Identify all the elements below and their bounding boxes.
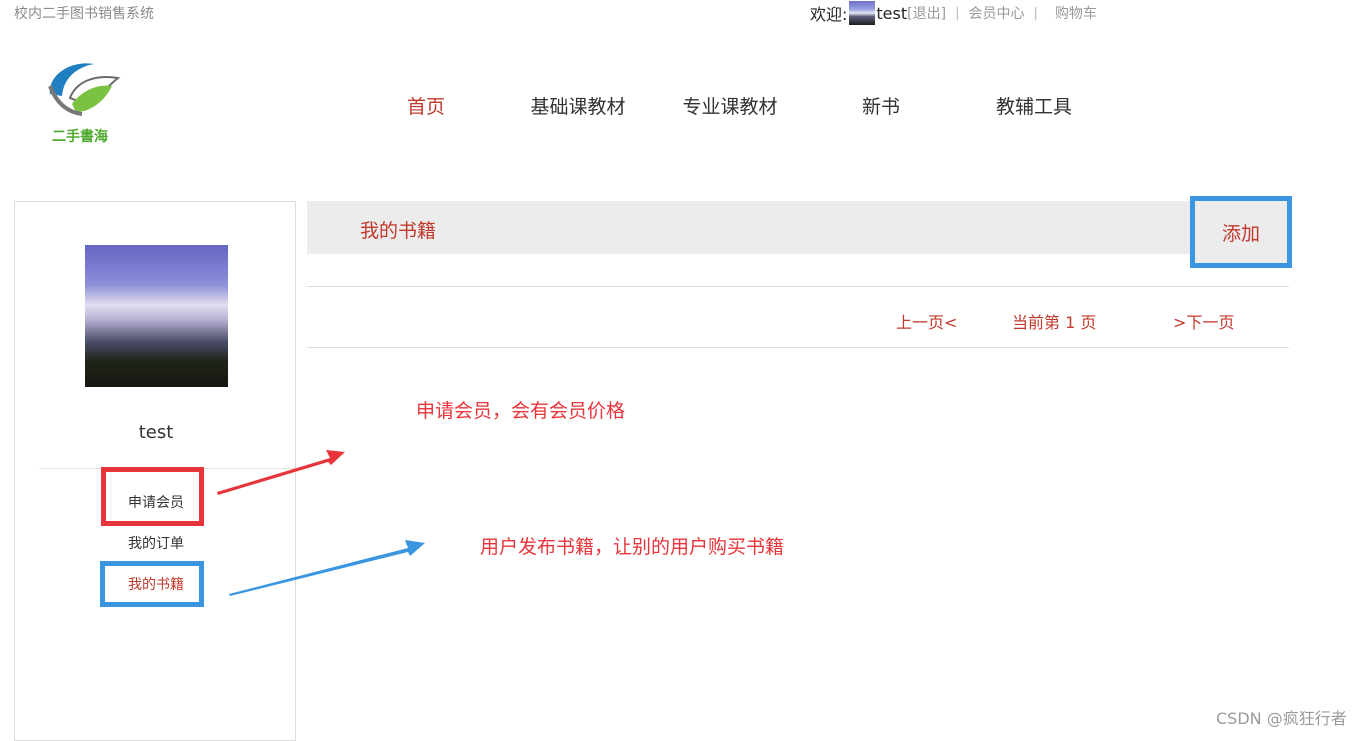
nav-home[interactable]: 首页 <box>366 92 486 119</box>
annotation-books-note: 用户发布书籍，让别的用户购买书籍 <box>480 536 785 558</box>
site-title: 校内二手图书销售系统 <box>14 6 154 22</box>
add-book-button[interactable]: 添加 <box>1190 196 1292 268</box>
next-page-link[interactable]: >下一页 <box>1173 309 1234 333</box>
profile-name: test <box>138 422 174 443</box>
nav-new-books[interactable]: 新书 <box>821 92 941 119</box>
nav-basic-textbooks[interactable]: 基础课教材 <box>518 92 638 119</box>
logo-book-icon <box>48 63 121 116</box>
annotation-highlight-blue <box>100 561 204 607</box>
cart-link[interactable]: 购物车 <box>1055 3 1097 23</box>
separator: | <box>955 5 960 21</box>
divider <box>307 286 1289 287</box>
user-avatar[interactable] <box>849 1 876 25</box>
annotation-highlight-red <box>101 467 204 526</box>
panel-header: 我的书籍 <box>307 201 1289 254</box>
logo-text: 二手書海 <box>52 129 108 145</box>
nav-tutoring-tools[interactable]: 教辅工具 <box>974 92 1094 119</box>
separator: | <box>1033 5 1038 21</box>
site-logo[interactable]: 二手書海 <box>42 56 124 146</box>
profile-avatar <box>85 245 228 387</box>
sidebar-item-my-orders[interactable]: 我的订单 <box>15 533 297 553</box>
nav-major-textbooks[interactable]: 专业课教材 <box>670 92 790 119</box>
logout-link[interactable]: [退出] <box>907 3 946 23</box>
username-label: test <box>876 3 908 23</box>
welcome-text: 欢迎: <box>810 5 848 24</box>
watermark: CSDN @疯狂行者 <box>1216 709 1347 728</box>
panel-title: 我的书籍 <box>360 220 437 242</box>
divider <box>307 347 1289 348</box>
prev-page-link[interactable]: 上一页< <box>896 309 957 333</box>
member-center-link[interactable]: 会员中心 <box>968 3 1024 23</box>
current-page-label: 当前第 1 页 <box>1012 313 1097 332</box>
top-user-bar: 欢迎: test [退出] | 会员中心 | 购物车 <box>810 1 1097 25</box>
annotation-member-note: 申请会员，会有会员价格 <box>416 400 626 422</box>
